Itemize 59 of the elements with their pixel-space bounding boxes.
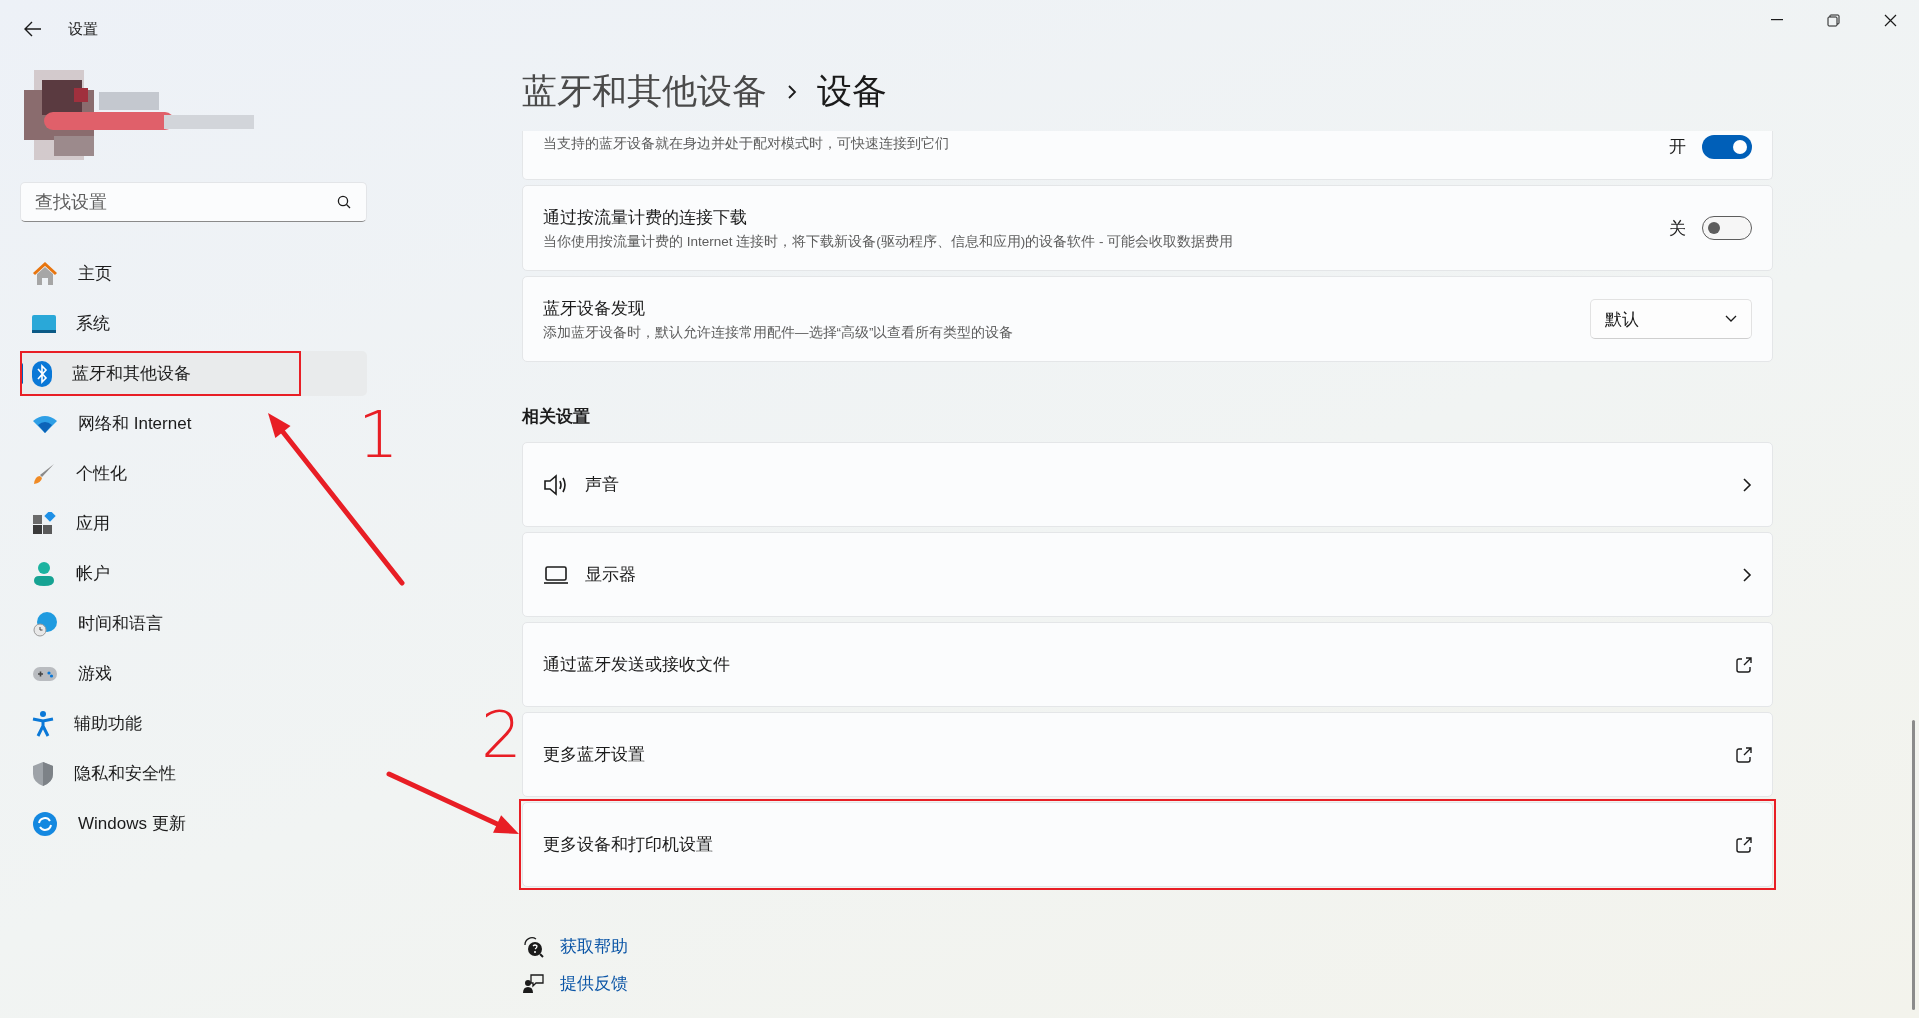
section-heading: 相关设置 — [522, 406, 591, 428]
annotation-number: 2 — [481, 703, 522, 767]
setting-description: 当你使用按流量计费的 Internet 连接时，将下载新设备(驱动程序、信息和应用)的设备软件 - 可能会收取数据费用 — [543, 232, 1235, 251]
apps-icon — [32, 511, 56, 536]
help-link[interactable]: 获取帮助 — [560, 935, 628, 958]
laptop-icon — [543, 564, 569, 585]
help-icon — [522, 935, 544, 958]
page-title: 设备 — [817, 70, 887, 112]
speaker-icon — [543, 473, 569, 496]
feedback-icon — [522, 973, 544, 994]
nav-item[interactable]: 帐户 — [20, 551, 367, 596]
nav-item[interactable]: 主页 — [20, 251, 367, 296]
external-link-icon — [1736, 656, 1752, 673]
external-link-icon — [1736, 746, 1752, 763]
globe-clock-icon — [32, 610, 58, 637]
scrollbar[interactable] — [1912, 720, 1915, 1010]
nav-item[interactable]: 辅助功能 — [20, 701, 367, 746]
home-icon — [32, 261, 58, 286]
bluetooth-icon — [32, 360, 52, 387]
nav-item[interactable]: 时间和语言 — [20, 601, 367, 646]
minimize-icon — [1770, 19, 1783, 21]
nav-item[interactable]: 应用 — [20, 501, 367, 546]
nav-item[interactable]: 隐私和安全性 — [20, 751, 367, 796]
settings-link-card[interactable]: 更多蓝牙设置 — [522, 712, 1773, 797]
gamepad-icon — [32, 664, 58, 683]
chevron-down-icon — [1725, 315, 1737, 323]
chevron-right-icon — [1742, 566, 1752, 583]
nav-item[interactable]: 游戏 — [20, 651, 367, 696]
accessibility-icon — [32, 710, 54, 737]
settings-link-card[interactable]: 显示器 — [522, 532, 1773, 617]
settings-link-card[interactable]: 声音 — [522, 442, 1773, 527]
breadcrumb-parent[interactable]: 蓝牙和其他设备 — [522, 68, 767, 115]
toggle-switch[interactable] — [1702, 216, 1752, 240]
wifi-icon — [32, 413, 58, 434]
close-icon — [1884, 13, 1897, 27]
help-link[interactable]: 提供反馈 — [560, 972, 628, 995]
dropdown[interactable]: 默认 — [1590, 299, 1752, 339]
restore-icon — [1827, 13, 1840, 27]
setting-description: 当支持的蓝牙设备就在身边并处于配对模式时，可快速连接到它们 — [543, 135, 950, 153]
external-link-icon — [1736, 836, 1752, 853]
search-icon — [337, 195, 351, 209]
setting-description: 添加蓝牙设备时，默认允许连接常用配件—选择“高级”以查看所有类型的设备 — [543, 323, 1015, 342]
setting-title: 通过按流量计费的连接下载 — [543, 206, 748, 229]
person-icon — [32, 560, 56, 587]
nav-item[interactable]: 系统 — [20, 301, 367, 346]
monitor-icon — [32, 313, 56, 334]
window-title: 设置 — [68, 19, 98, 39]
chevron-right-icon — [1742, 476, 1752, 493]
setting-title: 蓝牙设备发现 — [543, 297, 646, 320]
search-field[interactable]: 查找设置 — [20, 182, 367, 222]
toggle-switch[interactable] — [1702, 135, 1752, 159]
toggle-state-label: 关 — [1669, 217, 1686, 240]
paintbrush-icon — [32, 461, 56, 486]
toggle-state-label: 开 — [1669, 136, 1686, 158]
settings-link-card[interactable]: 通过蓝牙发送或接收文件 — [522, 622, 1773, 707]
chevron-right-icon — [787, 83, 797, 100]
shield-icon — [32, 760, 54, 787]
update-icon — [32, 810, 58, 837]
nav-item[interactable]: Windows 更新 — [20, 801, 367, 846]
